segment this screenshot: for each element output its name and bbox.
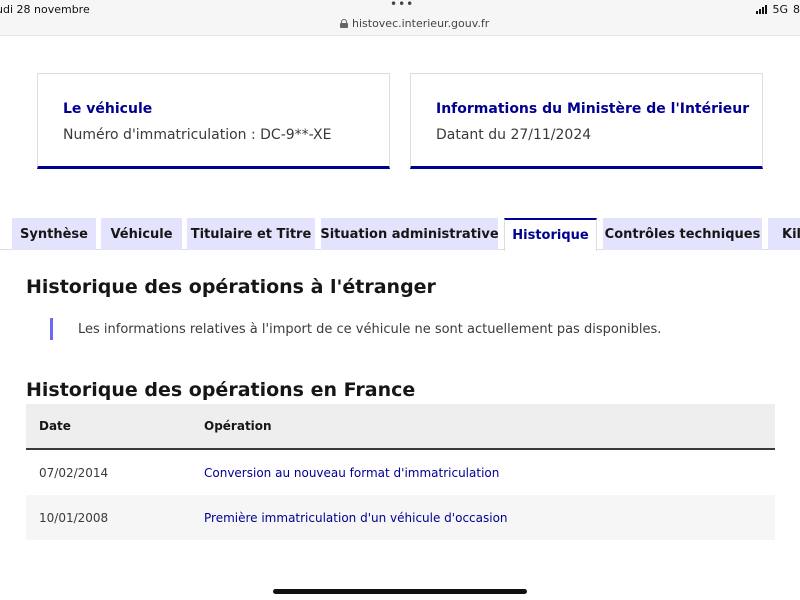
row-operation: Première immatriculation d'un véhicule d… [204, 510, 508, 525]
table-header: Date Opération [26, 404, 775, 450]
address-url: histovec.interieur.gouv.fr [352, 17, 490, 30]
data-date: Datant du 27/11/2024 [436, 127, 592, 143]
tab-vehicule[interactable]: Véhicule [101, 218, 182, 250]
ministry-card: Informations du Ministère de l'Intérieur… [410, 73, 763, 169]
plate-number: Numéro d'immatriculation : DC-9**-XE [63, 127, 332, 143]
tab-kilometrage[interactable]: Kilo [768, 218, 800, 250]
signal-icon [756, 5, 768, 14]
ministry-card-title: Informations du Ministère de l'Intérieur [436, 101, 750, 117]
tab-bar: Synthèse Véhicule Titulaire et Titre Sit… [0, 218, 800, 251]
home-indicator[interactable] [273, 589, 527, 594]
address-bar[interactable]: histovec.interieur.gouv.fr [340, 17, 489, 30]
foreign-history-notice: Les informations relatives à l'import de… [50, 318, 661, 340]
tab-situation-administrative[interactable]: Situation administrative [321, 218, 498, 250]
column-header-operation: Opération [204, 419, 272, 433]
row-operation: Conversion au nouveau format d'immatricu… [204, 465, 500, 480]
vehicle-card-title: Le véhicule [63, 101, 153, 117]
tab-titulaire[interactable]: Titulaire et Titre [187, 218, 315, 250]
france-history-table: Date Opération 07/02/2014 Conversion au … [26, 404, 775, 540]
browser-status-bar: udi 28 novembre ••• histovec.interieur.g… [0, 0, 800, 36]
france-history-title: Historique des opérations en France [26, 379, 416, 401]
table-row: 07/02/2014 Conversion au nouveau format … [26, 450, 775, 495]
row-date: 07/02/2014 [39, 465, 109, 480]
column-header-date: Date [39, 419, 71, 433]
more-options-icon[interactable]: ••• [390, 0, 414, 11]
network-type: 5G [772, 3, 788, 16]
tab-historique[interactable]: Historique [504, 218, 597, 251]
tab-controles-techniques[interactable]: Contrôles techniques [603, 218, 762, 250]
vehicle-card: Le véhicule Numéro d'immatriculation : D… [37, 73, 390, 169]
foreign-history-title: Historique des opérations à l'étranger [26, 276, 436, 298]
status-indicators: 5G 8 [756, 3, 800, 16]
row-date: 10/01/2008 [39, 510, 109, 525]
lock-icon [340, 19, 348, 28]
battery-level: 8 [793, 3, 800, 16]
tab-synthese[interactable]: Synthèse [12, 218, 96, 250]
status-date: udi 28 novembre [0, 3, 90, 16]
table-row: 10/01/2008 Première immatriculation d'un… [26, 495, 775, 540]
